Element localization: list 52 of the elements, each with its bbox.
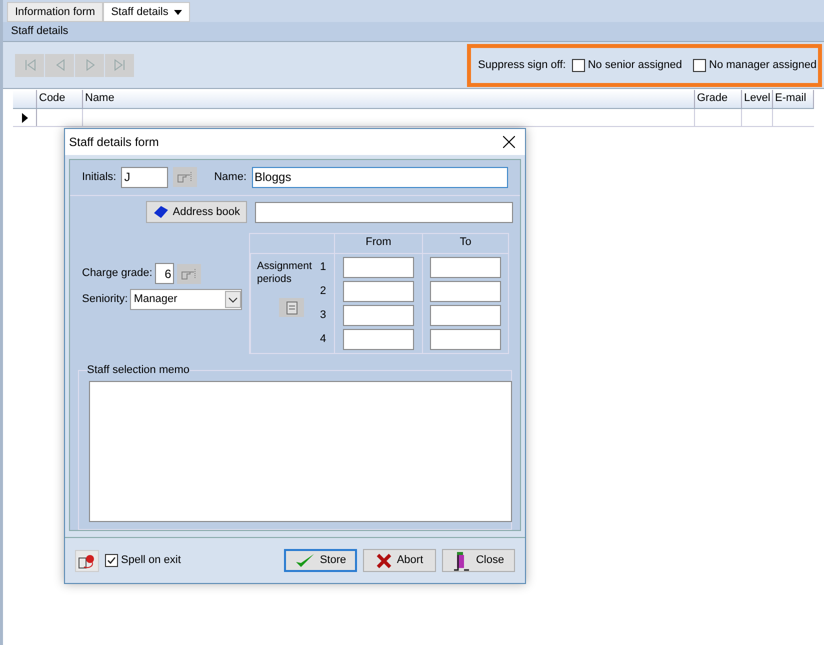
to-date-field[interactable] <box>430 281 501 302</box>
period-number: 3 <box>320 308 328 324</box>
right-arrow-icon <box>112 57 128 73</box>
checkbox[interactable] <box>693 58 706 72</box>
to-date-field[interactable] <box>430 329 501 350</box>
charge-grade-field[interactable]: 6 <box>155 263 174 284</box>
to-date-field[interactable] <box>430 305 501 326</box>
tab[interactable]: Staff details <box>103 2 190 22</box>
column-header[interactable]: Grade <box>695 90 742 108</box>
close-button[interactable]: Close <box>442 549 515 572</box>
x-icon <box>376 552 392 568</box>
column-header[interactable]: Code <box>37 90 83 108</box>
panel-header: Staff details <box>3 22 824 42</box>
row-pointer-icon <box>22 112 28 122</box>
to-date-field[interactable] <box>430 257 501 278</box>
spell-check-icon[interactable] <box>75 550 99 572</box>
period-number: 1 <box>320 260 328 276</box>
seniority-label: Seniority: <box>82 292 128 308</box>
column-header[interactable]: Name <box>83 90 695 108</box>
suppress-label: Suppress sign off: <box>478 58 566 73</box>
checkbox-label: No senior assigned <box>588 58 682 73</box>
store-button[interactable]: Store <box>284 549 357 572</box>
initials-label: Initials: <box>82 170 116 186</box>
initials-field[interactable]: J <box>121 166 168 188</box>
address-book-button[interactable]: Address book <box>146 201 247 224</box>
charge-grade-label: Charge grade: <box>82 266 152 282</box>
column-header[interactable]: E-mail <box>773 90 814 108</box>
checkbox-label: No manager assigned <box>709 58 817 73</box>
close-icon[interactable] <box>503 136 515 148</box>
period-number: 2 <box>320 284 328 300</box>
name-field[interactable]: Bloggs <box>252 166 508 188</box>
dialog-title: Staff details form <box>69 134 159 151</box>
address-field[interactable] <box>255 202 513 223</box>
from-date-field[interactable] <box>343 257 414 278</box>
abort-button[interactable]: Abort <box>363 549 436 572</box>
from-date-field[interactable] <box>343 281 414 302</box>
seniority-dropdown[interactable]: Manager <box>130 289 242 310</box>
from-date-field[interactable] <box>343 305 414 326</box>
tab[interactable]: Information form <box>7 2 104 22</box>
checkbox[interactable] <box>572 58 585 72</box>
spell-on-exit-label: Spell on exit <box>121 553 181 568</box>
memo-field[interactable] <box>89 381 512 522</box>
chevron-down-icon <box>225 291 241 308</box>
from-date-field[interactable] <box>343 329 414 350</box>
column-header[interactable]: Level <box>742 90 773 108</box>
checkmark-icon <box>294 552 315 568</box>
checkbox[interactable] <box>105 554 118 567</box>
from-header: From <box>334 234 422 254</box>
period-number: 4 <box>320 332 328 348</box>
assignment-periods-label: Assignment periods <box>257 260 313 286</box>
to-header: To <box>422 234 508 254</box>
name-label: Name: <box>214 170 247 186</box>
